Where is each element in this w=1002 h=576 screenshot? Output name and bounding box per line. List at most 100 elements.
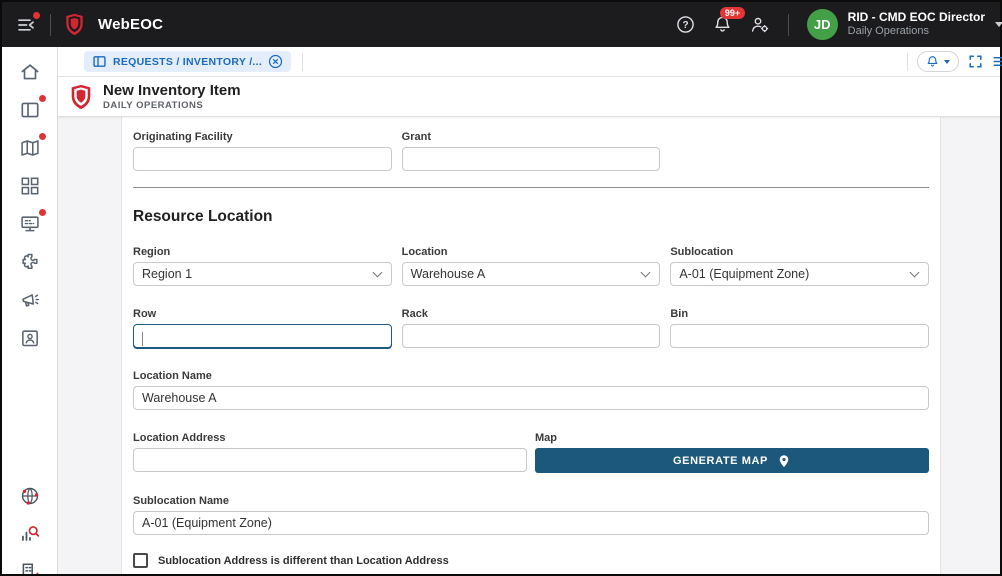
location-name-label: Location Name — [133, 370, 929, 382]
sidebar-item-home[interactable] — [18, 60, 42, 84]
menu-collapse-icon[interactable] — [16, 15, 36, 35]
generate-map-button[interactable]: GENERATE MAP — [535, 448, 929, 473]
page-title: New Inventory Item — [103, 82, 241, 99]
sublocation-name-input[interactable] — [133, 511, 929, 535]
rack-label: Rack — [402, 308, 661, 320]
sublocation-select[interactable]: A-01 (Equipment Zone) — [670, 262, 929, 286]
section-heading: Resource Location — [133, 208, 929, 226]
location-value: Warehouse A — [411, 267, 486, 281]
sublocation-field: Sublocation A-01 (Equipment Zone) — [670, 246, 929, 286]
chevron-down-icon — [372, 267, 382, 277]
originating-facility-label: Originating Facility — [133, 131, 392, 143]
sublocation-label: Sublocation — [670, 246, 929, 258]
sublocation-value: A-01 (Equipment Zone) — [679, 267, 809, 281]
topbar-left: WebEOC — [2, 13, 163, 36]
tab-divider — [302, 53, 303, 71]
menu-alert-dot — [33, 12, 40, 19]
bell-icon — [926, 55, 939, 68]
list-menu-icon[interactable] — [992, 54, 1002, 69]
location-address-field: Location Address — [133, 432, 527, 473]
sidebar-item-plugins[interactable] — [18, 250, 42, 274]
sidebar-item-announcements[interactable] — [18, 288, 42, 312]
inventory-form-panel: Originating Facility Grant Resource Loca… — [121, 117, 941, 574]
tab-requests-inventory[interactable]: REQUESTS / INVENTORY /... — [84, 51, 291, 72]
topbar: WebEOC ? 99+ JD RID - CMD EOC Director D… — [2, 2, 1000, 47]
sublocation-address-checkbox-label: Sublocation Address is different than Lo… — [158, 555, 449, 567]
close-icon[interactable] — [268, 54, 283, 69]
location-name-field: Location Name — [133, 370, 929, 410]
location-address-input[interactable] — [133, 448, 527, 472]
avatar[interactable]: JD — [807, 9, 838, 40]
maps-alert-dot — [39, 133, 46, 140]
sublocation-name-field: Sublocation Name — [133, 495, 929, 535]
rack-input[interactable] — [402, 324, 661, 348]
bin-label: Bin — [670, 308, 929, 320]
region-value: Region 1 — [142, 267, 192, 281]
sublocation-address-checkbox-row: Sublocation Address is different than Lo… — [133, 553, 929, 568]
app-window: WebEOC ? 99+ JD RID - CMD EOC Director D… — [0, 0, 1002, 576]
location-select[interactable]: Warehouse A — [402, 262, 661, 286]
sidebar-item-maps[interactable] — [18, 136, 42, 160]
grant-label: Grant — [402, 131, 661, 143]
chevron-down-icon — [910, 267, 920, 277]
section-divider — [133, 187, 929, 188]
brand-shield-icon — [65, 13, 84, 36]
tab-bar: REQUESTS / INVENTORY /... — [58, 47, 1000, 77]
text-cursor — [142, 332, 143, 346]
tab-label: REQUESTS / INVENTORY /... — [113, 56, 262, 68]
svg-text:?: ? — [682, 20, 688, 31]
page-header: New Inventory Item DAILY OPERATIONS — [58, 77, 1000, 117]
location-name-input[interactable] — [133, 386, 929, 410]
map-field: Map GENERATE MAP — [535, 432, 929, 473]
help-icon[interactable]: ? — [676, 15, 695, 34]
form-scroll-area[interactable]: Originating Facility Grant Resource Loca… — [58, 117, 1000, 574]
row-input[interactable] — [133, 324, 392, 348]
board-shield-logo — [70, 84, 92, 110]
user-role: RID - CMD EOC Director — [848, 10, 985, 25]
notifications-bell-icon[interactable]: 99+ — [713, 15, 732, 34]
sublocation-address-checkbox[interactable] — [133, 553, 148, 568]
notification-count-badge: 99+ — [720, 7, 744, 19]
board-icon — [92, 54, 107, 69]
sublocation-name-label: Sublocation Name — [133, 495, 929, 507]
row-label: Row — [133, 308, 392, 320]
app-title: WebEOC — [98, 16, 163, 33]
sidebar-item-message-board[interactable] — [18, 212, 42, 236]
region-field: Region Region 1 — [133, 246, 392, 286]
location-address-label: Location Address — [133, 432, 527, 444]
map-label: Map — [535, 432, 929, 444]
sidebar-item-search-analytics[interactable] — [18, 522, 42, 546]
sidebar-item-boards[interactable] — [18, 98, 42, 122]
bin-field: Bin — [670, 308, 929, 348]
sidebar-item-facility-report[interactable] — [18, 560, 42, 574]
originating-facility-input[interactable] — [133, 147, 392, 171]
topbar-right: ? 99+ JD RID - CMD EOC Director Daily Op… — [676, 9, 1000, 40]
user-menu[interactable]: JD RID - CMD EOC Director Daily Operatio… — [807, 9, 1000, 40]
row-field: Row — [133, 308, 392, 348]
sidebar-item-dashboard[interactable] — [18, 174, 42, 198]
generate-map-label: GENERATE MAP — [673, 455, 768, 467]
page-subtitle: DAILY OPERATIONS — [103, 100, 241, 111]
sidebar — [2, 47, 58, 574]
tab-notifications-button[interactable] — [917, 51, 959, 72]
region-label: Region — [133, 246, 392, 258]
chevron-down-icon — [641, 267, 651, 277]
grant-input[interactable] — [402, 147, 661, 171]
message-board-alert-dot — [39, 209, 46, 216]
boards-alert-dot — [39, 95, 46, 102]
topbar-divider-2 — [788, 14, 789, 36]
tabbar-actions — [907, 51, 1000, 72]
topbar-divider — [50, 14, 51, 36]
bin-input[interactable] — [670, 324, 929, 348]
caret-down-icon — [995, 22, 1002, 27]
user-admin-icon[interactable] — [750, 15, 770, 35]
location-label: Location — [402, 246, 661, 258]
user-context: Daily Operations — [848, 25, 985, 39]
grant-field: Grant — [402, 131, 661, 171]
region-select[interactable]: Region 1 — [133, 262, 392, 286]
sidebar-item-globe[interactable] — [18, 484, 42, 508]
map-pin-icon — [777, 454, 791, 468]
sidebar-item-contacts[interactable] — [18, 326, 42, 350]
fullscreen-icon[interactable] — [968, 54, 983, 69]
originating-facility-field: Originating Facility — [133, 131, 392, 171]
